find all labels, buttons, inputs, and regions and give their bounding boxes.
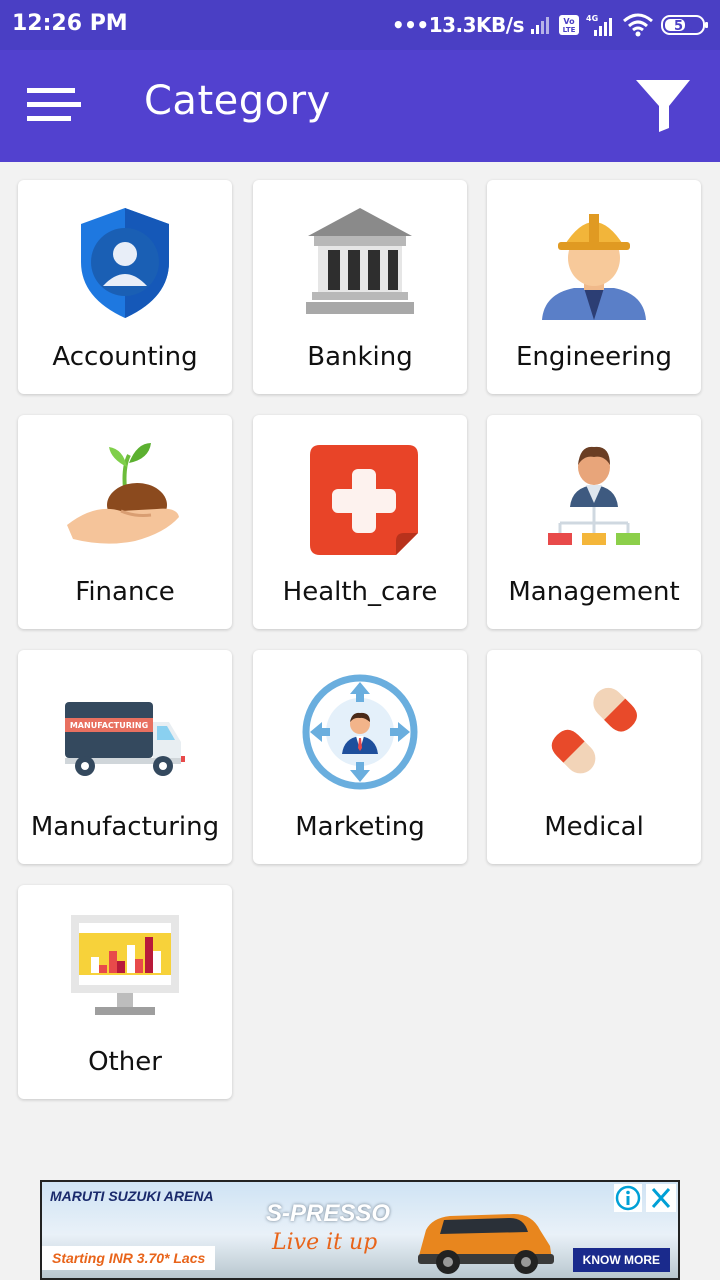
category-card-engineering[interactable]: Engineering [487, 180, 701, 394]
category-label: Medical [544, 812, 644, 842]
ad-banner[interactable]: MARUTI SUZUKI ARENA S-PRESSO Live it up … [40, 1180, 680, 1280]
category-card-marketing[interactable]: Marketing [253, 650, 467, 864]
category-card-management[interactable]: Management [487, 415, 701, 629]
category-card-other[interactable]: Other [18, 885, 232, 1099]
category-label: Manufacturing [30, 812, 220, 842]
target-person-icon [302, 674, 418, 790]
ad-cta-button[interactable]: KNOW MORE [572, 1248, 670, 1272]
battery-icon: 51 [661, 15, 708, 35]
shield-user-icon [81, 208, 169, 318]
ad-brand: MARUTI SUZUKI ARENA [50, 1188, 214, 1204]
4g-signal-icon: 4G [586, 14, 612, 36]
category-label: Engineering [516, 342, 672, 372]
pills-icon [551, 687, 637, 774]
ad-price: Starting INR 3.70* Lacs [42, 1246, 216, 1270]
category-card-manufacturing[interactable]: MANUFACTURING Manufacturing [18, 650, 232, 864]
ad-product: S-PRESSO [266, 1200, 391, 1227]
medical-cross-icon [310, 445, 418, 555]
svg-text:4G: 4G [586, 14, 598, 23]
org-chart-icon [548, 446, 640, 545]
category-card-accounting[interactable]: Accounting [18, 180, 232, 394]
status-bar: 12:26 PM •••13.3KB/s Vo LTE 4G 51 [0, 0, 720, 50]
ad-info-icon[interactable] [614, 1184, 642, 1212]
net-speed-text: •••13.3KB/s [391, 13, 525, 37]
category-label: Health_care [282, 577, 438, 607]
category-card-health-care[interactable]: Health_care [253, 415, 467, 629]
category-card-banking[interactable]: Banking [253, 180, 467, 394]
svg-text:LTE: LTE [563, 26, 576, 34]
category-card-medical[interactable]: Medical [487, 650, 701, 864]
category-label: Accounting [52, 342, 198, 372]
truck-text: MANUFACTURING [70, 721, 148, 730]
battery-text: 51 [674, 19, 692, 34]
bank-building-icon [306, 208, 414, 314]
category-label: Marketing [295, 812, 425, 842]
page-title: Category [144, 78, 331, 124]
hamburger-menu-icon[interactable] [22, 82, 86, 130]
car-image [418, 1214, 554, 1274]
ad-close-icon[interactable] [646, 1184, 676, 1212]
category-label: Other [88, 1047, 162, 1077]
volte-icon: Vo LTE [559, 15, 579, 35]
manufacturing-truck-icon: MANUFACTURING [65, 702, 185, 776]
category-label: Finance [75, 577, 175, 607]
signal-icon [531, 17, 549, 34]
engineer-hardhat-icon [542, 214, 646, 320]
net-speed-value: 13.3KB/s [428, 13, 525, 37]
category-label: Banking [307, 342, 413, 372]
wifi-icon [623, 13, 653, 37]
app-bar: Category [0, 50, 720, 162]
status-icons: •••13.3KB/s Vo LTE 4G 51 [392, 10, 710, 40]
filter-icon[interactable] [632, 76, 696, 136]
hand-sprout-icon [67, 443, 179, 544]
category-label: Management [508, 577, 680, 607]
category-card-finance[interactable]: Finance [18, 415, 232, 629]
ad-tagline: Live it up [272, 1230, 378, 1255]
svg-text:Vo: Vo [563, 17, 575, 26]
status-time: 12:26 PM [12, 11, 128, 36]
monitor-chart-icon [71, 915, 179, 1015]
